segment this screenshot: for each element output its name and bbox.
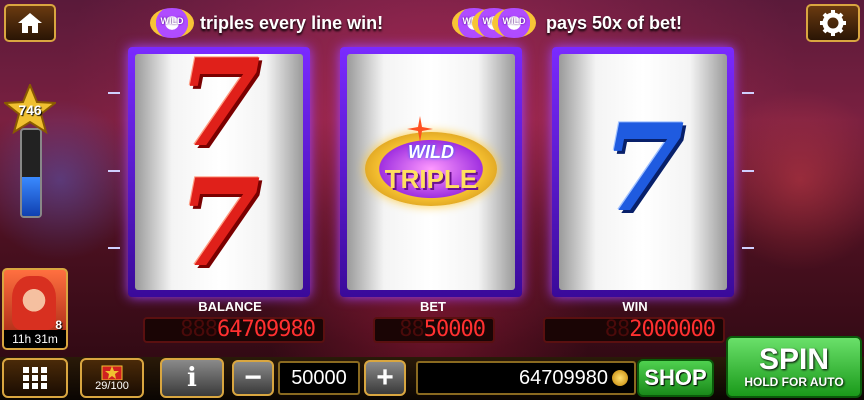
avatar bbox=[12, 276, 56, 330]
level-value: 746 bbox=[18, 102, 42, 118]
player-avatar-card[interactable]: 8 11h 31m bbox=[2, 268, 68, 350]
win-display: 882000000 bbox=[543, 317, 725, 343]
reel-2: WILD TRIPLE bbox=[340, 47, 522, 297]
wild-triple-symbol: WILD TRIPLE bbox=[365, 132, 497, 206]
bet-value: 50000 bbox=[423, 317, 486, 342]
coin-balance-value: 64709980 bbox=[519, 366, 608, 389]
gift-button[interactable]: 29/100 bbox=[80, 358, 144, 398]
spin-label: SPIN bbox=[758, 343, 830, 376]
win-label: WIN bbox=[622, 299, 648, 314]
wild-triple-badge-icon: WILD bbox=[150, 8, 194, 38]
bet-ghost-digits: 88 bbox=[399, 317, 424, 342]
increase-bet-button[interactable]: + bbox=[364, 360, 406, 396]
spin-button[interactable]: SPIN HOLD FOR AUTO bbox=[726, 336, 862, 398]
reel-1: 7 7 bbox=[128, 47, 310, 297]
win-ghost-digits: 88 bbox=[604, 317, 630, 342]
balance-label: BALANCE bbox=[198, 299, 262, 314]
grid-icon bbox=[23, 367, 47, 389]
home-button[interactable] bbox=[4, 4, 56, 42]
home-icon bbox=[18, 13, 42, 33]
wild-triple-badge-icon: WILD bbox=[492, 8, 536, 38]
blue-seven-symbol: 7 bbox=[601, 98, 685, 239]
level-meter bbox=[20, 128, 42, 218]
banner-left-text: triples every line win! bbox=[200, 12, 384, 33]
balance-display: 88864709980 bbox=[143, 317, 325, 343]
info-icon: i bbox=[187, 363, 197, 393]
shop-button[interactable]: SHOP bbox=[637, 359, 714, 397]
gear-icon bbox=[820, 10, 846, 36]
payline-marker bbox=[108, 92, 120, 94]
gift-box-icon bbox=[101, 365, 123, 380]
decrease-bet-button[interactable]: − bbox=[232, 360, 274, 396]
bet-amount-field: 50000 bbox=[278, 361, 360, 395]
red-seven-symbol: 7 bbox=[177, 153, 261, 290]
banner-right: WILD WILD WILD pays 50x of bet! bbox=[452, 6, 682, 40]
gift-count: 29/100 bbox=[95, 380, 129, 392]
bet-label: BET bbox=[420, 299, 446, 314]
level-progress-fill bbox=[22, 177, 40, 216]
spin-sublabel: HOLD FOR AUTO bbox=[744, 375, 844, 389]
payline-marker bbox=[742, 247, 754, 249]
info-button[interactable]: i bbox=[160, 358, 224, 398]
minus-icon: − bbox=[244, 361, 262, 394]
coin-icon bbox=[612, 370, 628, 386]
level-star: 746 bbox=[2, 82, 58, 135]
slot-game-screen: WILD triples every line win! WILD WILD W… bbox=[0, 0, 864, 400]
balance-ghost-digits: 888 bbox=[180, 317, 218, 342]
triple-text: TRIPLE bbox=[384, 164, 478, 194]
win-value: 2000000 bbox=[629, 317, 716, 342]
bet-display: 8850000 bbox=[373, 317, 495, 343]
menu-grid-button[interactable] bbox=[2, 358, 68, 398]
reel-3: 7 bbox=[552, 47, 734, 297]
sparkle-icon bbox=[407, 116, 433, 142]
balance-value: 64709980 bbox=[217, 317, 316, 342]
banner-right-text: pays 50x of bet! bbox=[546, 12, 683, 33]
payline-marker bbox=[742, 170, 754, 172]
payline-marker bbox=[108, 170, 120, 172]
payline-marker bbox=[108, 247, 120, 249]
wild-text: WILD bbox=[408, 142, 454, 162]
coin-balance-field: 64709980 bbox=[416, 361, 636, 395]
payline-marker bbox=[742, 92, 754, 94]
plus-icon: + bbox=[376, 361, 394, 394]
banner-left: WILD triples every line win! bbox=[150, 6, 383, 40]
player-timer: 11h 31m bbox=[4, 330, 66, 348]
red-seven-symbol: 7 bbox=[177, 54, 261, 174]
settings-button[interactable] bbox=[806, 4, 860, 42]
